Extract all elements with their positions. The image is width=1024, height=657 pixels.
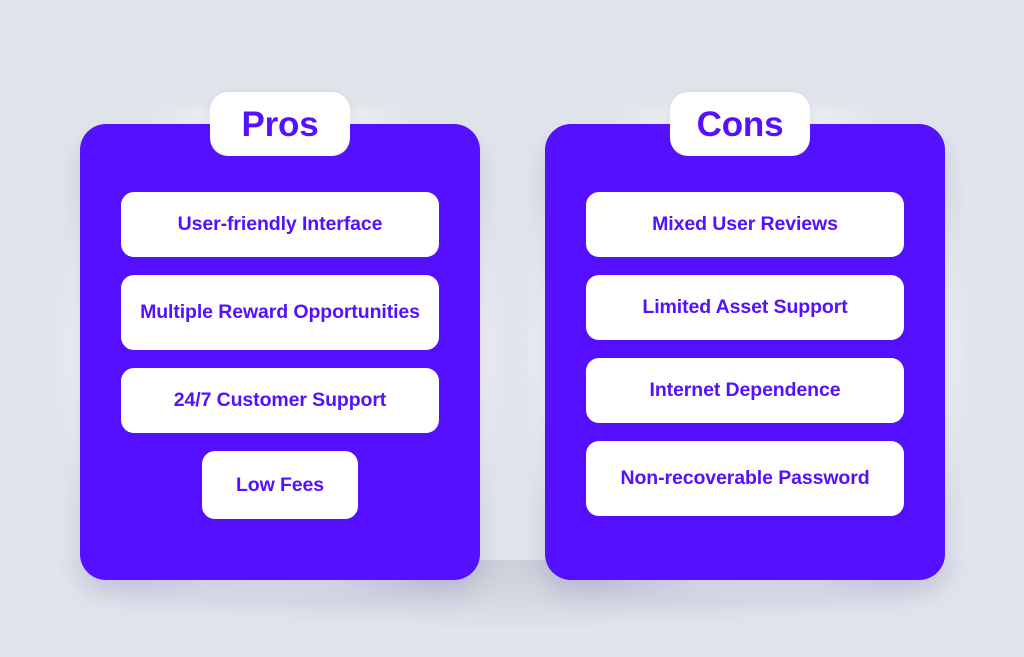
pros-item-label: Multiple Reward Opportunities bbox=[140, 301, 420, 324]
cons-item-label: Limited Asset Support bbox=[642, 296, 848, 319]
pros-item-label: User-friendly Interface bbox=[177, 213, 383, 236]
pros-list-item: 24/7 Customer Support bbox=[121, 368, 439, 433]
pros-header-pill: Pros bbox=[210, 92, 350, 156]
pros-item-list: User-friendly Interface Multiple Reward … bbox=[80, 124, 480, 580]
pros-item-label: 24/7 Customer Support bbox=[173, 389, 387, 412]
pros-list-item: Low Fees bbox=[201, 451, 359, 519]
cons-list-item: Limited Asset Support bbox=[586, 275, 904, 340]
pros-list-item: User-friendly Interface bbox=[121, 192, 439, 257]
pros-list-item: Multiple Reward Opportunities bbox=[121, 275, 439, 350]
pros-item-label: Low Fees bbox=[235, 473, 325, 496]
cons-item-label: Non-recoverable Password bbox=[620, 467, 870, 490]
cons-column: Cons Mixed User Reviews Limited Asset Su… bbox=[529, 92, 961, 596]
cons-header-pill: Cons bbox=[670, 92, 810, 156]
pros-column: Pros User-friendly Interface Multiple Re… bbox=[64, 92, 496, 596]
cons-list-item: Non-recoverable Password bbox=[586, 441, 904, 516]
pros-cons-graphic: Pros User-friendly Interface Multiple Re… bbox=[0, 0, 1024, 657]
cons-item-label: Internet Dependence bbox=[649, 379, 841, 402]
cons-item-list: Mixed User Reviews Limited Asset Support… bbox=[545, 124, 945, 580]
cons-list-item: Internet Dependence bbox=[586, 358, 904, 423]
cons-header-title: Cons bbox=[696, 104, 784, 144]
cons-list-item: Mixed User Reviews bbox=[586, 192, 904, 257]
pros-header-title: Pros bbox=[241, 104, 319, 144]
cons-item-label: Mixed User Reviews bbox=[652, 213, 838, 236]
